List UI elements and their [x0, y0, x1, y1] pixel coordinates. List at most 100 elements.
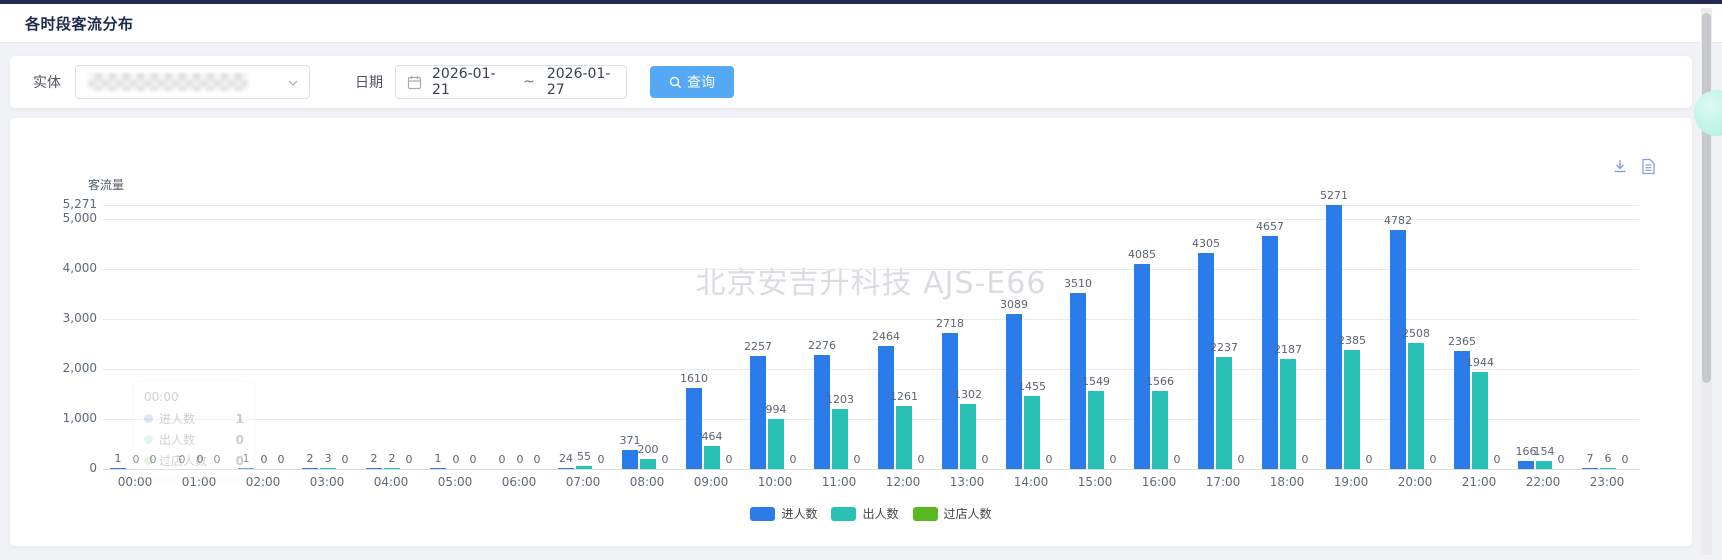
bar-进人数[interactable]: [1198, 253, 1214, 469]
bar-plot: 10000:0000001:0010002:0023003:0022004:00…: [103, 205, 1639, 470]
bar-value-label: 1944: [1466, 356, 1494, 369]
bar-进人数[interactable]: [110, 468, 126, 470]
bar-group[interactable]: 76023:00: [1575, 205, 1639, 469]
bar-value-label: 2: [389, 452, 396, 465]
legend-item[interactable]: 出人数: [831, 505, 898, 522]
bar-value-label: 2508: [1402, 327, 1430, 340]
bar-group[interactable]: 1610464009:00: [679, 205, 743, 469]
bar-group[interactable]: 10005:00: [423, 205, 487, 469]
bar-进人数[interactable]: [686, 388, 702, 469]
bar-group[interactable]: 2455007:00: [551, 205, 615, 469]
bar-group[interactable]: 35101549015:00: [1063, 205, 1127, 469]
bar-进人数[interactable]: [814, 355, 830, 469]
bar-出人数[interactable]: [1280, 359, 1296, 469]
bar-出人数[interactable]: [1216, 357, 1232, 469]
bar-进人数[interactable]: [366, 468, 382, 470]
bar-value-label: 0: [1174, 453, 1181, 466]
entity-value-redacted: [88, 73, 248, 91]
bar-出人数[interactable]: [1344, 350, 1360, 469]
legend-item[interactable]: 进人数: [750, 505, 817, 522]
x-tick-label: 07:00: [551, 475, 615, 489]
bar-进人数[interactable]: [430, 468, 446, 470]
bar-出人数[interactable]: [1088, 391, 1104, 469]
x-tick-label: 04:00: [359, 475, 423, 489]
bar-group[interactable]: 24641261012:00: [871, 205, 935, 469]
bar-出人数[interactable]: [704, 446, 720, 469]
bar-出人数[interactable]: [1472, 372, 1488, 469]
bar-group[interactable]: 46572187018:00: [1255, 205, 1319, 469]
legend-label: 进人数: [781, 505, 817, 522]
download-icon[interactable]: [1612, 158, 1628, 175]
bar-出人数[interactable]: [832, 409, 848, 469]
date-end[interactable]: 2026-01-27: [547, 66, 626, 98]
bar-出人数[interactable]: [768, 419, 784, 469]
bar-出人数[interactable]: [1600, 468, 1616, 470]
bar-出人数[interactable]: [960, 404, 976, 469]
x-tick-label: 00:00: [103, 475, 167, 489]
x-tick-label: 13:00: [935, 475, 999, 489]
bar-出人数[interactable]: [896, 406, 912, 469]
bar-进人数[interactable]: [1390, 230, 1406, 470]
x-tick-label: 10:00: [743, 475, 807, 489]
bar-group[interactable]: 22004:00: [359, 205, 423, 469]
y-tick-label: 3,000: [10, 311, 97, 325]
chart-card: 北京安吉升科技 AJS-E66 客流量 5,2715,0004,0003,000…: [10, 118, 1692, 546]
bar-进人数[interactable]: [1134, 264, 1150, 469]
bar-group[interactable]: 00006:00: [487, 205, 551, 469]
bar-value-label: 0: [1302, 453, 1309, 466]
query-button[interactable]: 查询: [650, 66, 734, 98]
bar-group[interactable]: 43052237017:00: [1191, 205, 1255, 469]
bar-group[interactable]: 22761203011:00: [807, 205, 871, 469]
bar-出人数[interactable]: [576, 466, 592, 469]
x-tick-label: 05:00: [423, 475, 487, 489]
bar-group[interactable]: 10000:00: [103, 205, 167, 469]
bar-出人数[interactable]: [1408, 343, 1424, 469]
legend-item[interactable]: 过店人数: [913, 505, 992, 522]
bar-出人数[interactable]: [320, 468, 336, 470]
legend-marker-icon: [750, 507, 775, 521]
bar-出人数[interactable]: [1024, 396, 1040, 469]
bar-group[interactable]: 166154022:00: [1511, 205, 1575, 469]
bar-出人数[interactable]: [1536, 461, 1552, 469]
bar-value-label: 5271: [1320, 189, 1348, 202]
bar-value-label: 0: [598, 453, 605, 466]
bar-进人数[interactable]: [942, 333, 958, 469]
bar-group[interactable]: 23003:00: [295, 205, 359, 469]
scrollbar-thumb[interactable]: [1702, 13, 1711, 383]
bar-group[interactable]: 47822508020:00: [1383, 205, 1447, 469]
bar-group[interactable]: 00001:00: [167, 205, 231, 469]
date-range-input[interactable]: 2026-01-21 ~ 2026-01-27: [395, 65, 627, 99]
y-tick-label: 2,000: [10, 361, 97, 375]
bar-进人数[interactable]: [1582, 468, 1598, 470]
bar-group[interactable]: 52712385019:00: [1319, 205, 1383, 469]
bar-group[interactable]: 371200008:00: [615, 205, 679, 469]
bar-value-label: 2187: [1274, 343, 1302, 356]
bar-value-label: 2257: [744, 340, 772, 353]
bar-group[interactable]: 10002:00: [231, 205, 295, 469]
entity-select[interactable]: [75, 65, 310, 99]
filter-bar: 实体 日期 2026-01-21 ~ 2026-01-27 查询: [10, 56, 1692, 108]
bar-value-label: 2237: [1210, 341, 1238, 354]
y-tick-label: 5,000: [10, 211, 97, 225]
bar-value-label: 0: [726, 453, 733, 466]
bar-出人数[interactable]: [640, 459, 656, 469]
bar-group[interactable]: 30891455014:00: [999, 205, 1063, 469]
bar-出人数[interactable]: [1152, 391, 1168, 469]
bar-group[interactable]: 2257994010:00: [743, 205, 807, 469]
bar-进人数[interactable]: [622, 450, 638, 469]
bar-group[interactable]: 27181302013:00: [935, 205, 999, 469]
document-icon[interactable]: [1641, 158, 1656, 175]
bar-出人数[interactable]: [384, 468, 400, 470]
bar-value-label: 0: [261, 453, 268, 466]
bar-进人数[interactable]: [302, 468, 318, 470]
bar-进人数[interactable]: [558, 468, 574, 470]
floating-widget[interactable]: [1694, 90, 1722, 136]
bar-进人数[interactable]: [750, 356, 766, 469]
date-start[interactable]: 2026-01-21: [432, 66, 511, 98]
bar-进人数[interactable]: [878, 346, 894, 469]
bar-进人数[interactable]: [1518, 461, 1534, 469]
y-tick-label: 4,000: [10, 261, 97, 275]
bar-group[interactable]: 23651944021:00: [1447, 205, 1511, 469]
bar-进人数[interactable]: [238, 468, 254, 470]
bar-group[interactable]: 40851566016:00: [1127, 205, 1191, 469]
